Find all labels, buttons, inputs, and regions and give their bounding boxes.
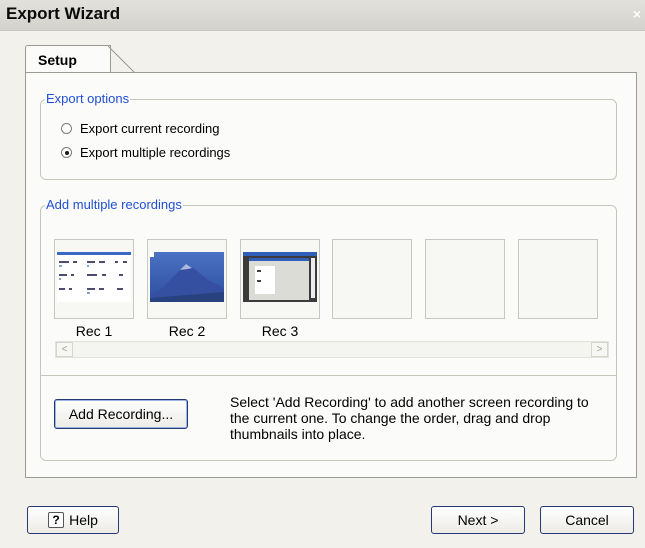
cancel-button[interactable]: Cancel [540, 506, 634, 534]
thumbnail-label: Rec 1 [75, 323, 113, 339]
rec-2-preview [150, 252, 224, 302]
help-button[interactable]: ? Help [27, 506, 119, 534]
scroll-left-icon[interactable]: < [56, 342, 73, 357]
add-multiple-group: Add multiple recordings Rec 1 Rec 2 Rec … [40, 197, 617, 461]
radio-export-current-label: Export current recording [80, 121, 220, 136]
window-title: Export Wizard [6, 4, 121, 23]
rec-3-preview [243, 252, 317, 302]
help-icon: ? [48, 512, 65, 528]
title-bar: Export Wizard × [0, 0, 645, 31]
group-divider [41, 375, 616, 376]
radio-export-multiple[interactable]: Export multiple recordings [61, 145, 230, 160]
thumbnail-rec-3[interactable] [240, 239, 320, 319]
thumbnail-empty-slot [425, 239, 505, 319]
next-button[interactable]: Next > [431, 506, 525, 534]
thumbnail-empty-slot [332, 239, 412, 319]
radio-export-current-button[interactable] [61, 123, 72, 134]
rec-1-preview [57, 252, 131, 302]
radio-export-current[interactable]: Export current recording [61, 121, 219, 136]
add-recording-button[interactable]: Add Recording... [54, 399, 188, 429]
thumbnail-rec-2[interactable] [147, 239, 227, 319]
thumbnail-label: Rec 3 [261, 323, 299, 339]
tab-edge [107, 45, 136, 74]
help-label: Help [69, 512, 98, 528]
radio-export-multiple-button[interactable] [61, 147, 72, 158]
add-multiple-title: Add multiple recordings [45, 197, 183, 212]
setup-panel: Export options Export current recording … [25, 72, 637, 478]
thumbnail-label: Rec 2 [168, 323, 206, 339]
radio-export-multiple-label: Export multiple recordings [80, 145, 231, 160]
tab-setup[interactable]: Setup [25, 45, 111, 74]
scroll-right-icon[interactable]: > [591, 342, 608, 357]
export-options-group: Export options Export current recording … [40, 91, 617, 180]
add-recording-description: Select 'Add Recording' to add another sc… [230, 394, 589, 442]
export-options-title: Export options [45, 91, 131, 106]
thumbnail-rec-1[interactable] [54, 239, 134, 319]
close-icon[interactable]: × [633, 6, 641, 22]
thumbnail-scrollbar[interactable]: < > [55, 341, 609, 358]
thumbnail-empty-slot [518, 239, 598, 319]
tab-setup-label: Setup [38, 52, 77, 68]
